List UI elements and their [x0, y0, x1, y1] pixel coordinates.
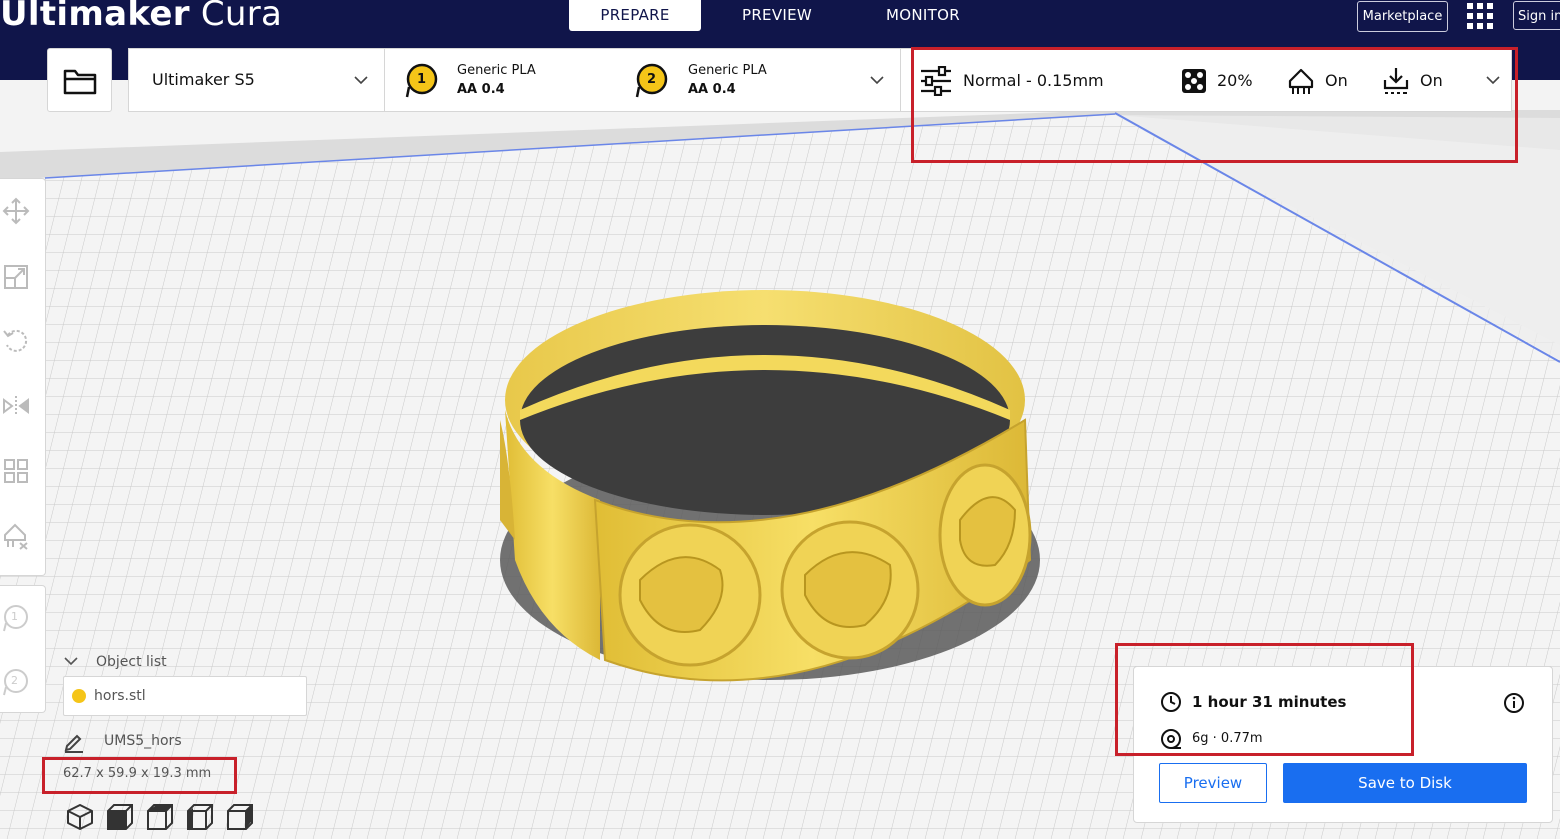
right-view-icon[interactable] [226, 803, 254, 831]
logo-word-ultimaker: Ultimaker [0, 0, 190, 34]
move-icon[interactable] [2, 197, 30, 225]
support-blocker-icon[interactable] [2, 522, 30, 550]
save-to-disk-button[interactable]: Save to Disk [1283, 763, 1527, 803]
extruder-1-toggle-number: 1 [11, 610, 18, 623]
extruder-2-number: 2 [647, 72, 657, 87]
signin-button[interactable]: Sign in [1513, 1, 1560, 30]
printer-selector[interactable]: Ultimaker S5 [128, 48, 385, 112]
3d-view-icon[interactable] [66, 803, 94, 831]
open-file-button[interactable] [47, 48, 112, 112]
object-file-name: hors.stl [94, 688, 146, 704]
cura-window: Ultimaker Cura PREPARE PREVIEW MONITOR M… [0, 0, 1560, 839]
apps-grid-icon[interactable] [1466, 2, 1494, 30]
annotation-highlight-estimate [1115, 643, 1414, 756]
front-view-icon[interactable] [106, 803, 134, 831]
chevron-down-icon [354, 76, 368, 85]
left-view-icon[interactable] [186, 803, 214, 831]
object-list-header[interactable]: Object list [96, 654, 167, 670]
job-name[interactable]: UMS5_hors [104, 733, 182, 749]
per-model-settings-icon[interactable] [2, 457, 30, 485]
object-color-swatch [72, 689, 86, 703]
extruder-1-material: Generic PLA [457, 63, 536, 78]
tab-monitor[interactable]: MONITOR [858, 0, 988, 31]
object-list-item[interactable]: hors.stl [63, 676, 307, 716]
tool-panel [0, 178, 46, 576]
tab-prepare[interactable]: PREPARE [569, 0, 701, 31]
extruder-1-number: 1 [417, 72, 427, 87]
annotation-highlight-dimensions [42, 757, 237, 794]
extruder-2-nozzle: AA 0.4 [688, 82, 736, 97]
extruder-panel: 1 2 [0, 585, 46, 713]
material-selector[interactable]: 1 Generic PLA AA 0.4 2 Generic PLA AA 0.… [384, 48, 901, 112]
tab-preview[interactable]: PREVIEW [716, 0, 838, 31]
extruder-1-nozzle: AA 0.4 [457, 82, 505, 97]
top-view-icon[interactable] [146, 803, 174, 831]
marketplace-button[interactable]: Marketplace [1357, 1, 1448, 32]
logo-word-cura: Cura [189, 0, 283, 34]
extruder-2-toggle-number: 2 [11, 674, 18, 687]
extruder-2-material: Generic PLA [688, 63, 767, 78]
printer-name: Ultimaker S5 [152, 70, 255, 89]
annotation-highlight-settings [911, 47, 1518, 163]
rotate-icon[interactable] [2, 327, 30, 355]
preview-button[interactable]: Preview [1159, 763, 1267, 803]
chevron-down-icon [870, 76, 884, 85]
app-logo: Ultimaker Cura [0, 0, 282, 34]
pencil-icon[interactable] [63, 731, 85, 753]
scale-icon[interactable] [2, 263, 30, 291]
chevron-down-icon[interactable] [64, 656, 78, 666]
info-icon[interactable] [1503, 692, 1525, 714]
mirror-icon[interactable] [2, 392, 30, 420]
folder-icon [63, 69, 97, 95]
